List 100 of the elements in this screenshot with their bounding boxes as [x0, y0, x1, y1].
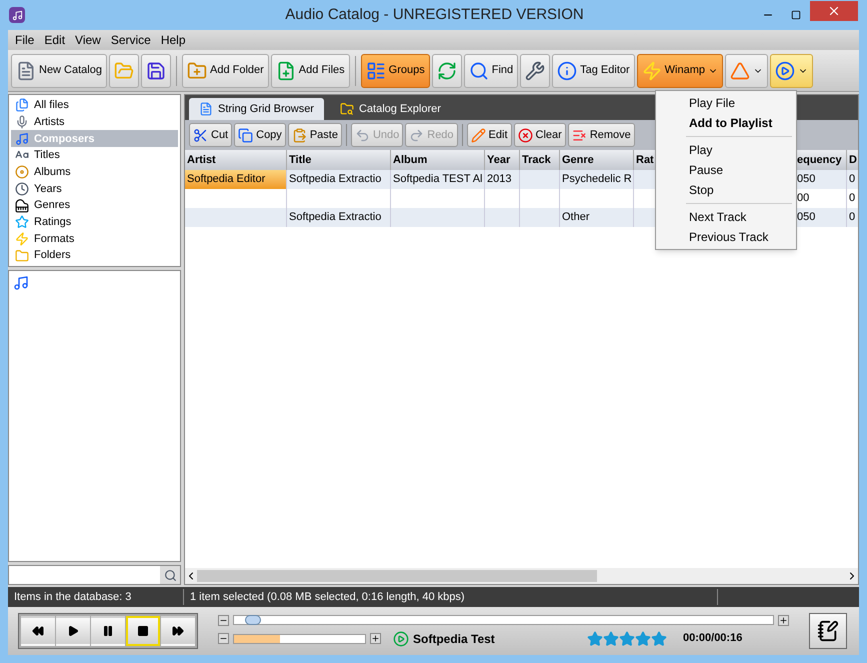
close-icon [827, 4, 841, 18]
notepad-icon [817, 620, 839, 642]
menu-item[interactable]: Service [106, 31, 156, 49]
sidebar-item[interactable]: Ratings [11, 214, 178, 231]
transport-button[interactable] [91, 616, 125, 646]
folder-plus-icon [186, 60, 207, 80]
window-title: Audio Catalog - UNREGISTERED VERSION [284, 4, 585, 25]
music-note-icon [15, 132, 29, 146]
piano-icon [15, 198, 29, 213]
album-icon [15, 165, 29, 180]
menu-item[interactable]: Next Track [656, 207, 796, 227]
pause-icon [102, 625, 114, 637]
sidebar-item[interactable]: Folders [11, 247, 178, 264]
sidebar-item[interactable]: Years [11, 180, 178, 198]
copy-icon [238, 128, 254, 142]
table-cell: Softpedia Extractio [287, 208, 391, 227]
toolbar-button[interactable] [770, 54, 814, 88]
sidebar-item[interactable]: All files [11, 97, 178, 114]
star-icon [15, 215, 29, 230]
lightning-icon [642, 60, 662, 80]
sidebar-item[interactable]: Albums [11, 164, 178, 181]
clock-icon [15, 182, 29, 196]
microphone-icon [15, 115, 29, 130]
rewind-icon [32, 625, 44, 637]
menu-item[interactable]: Edit [39, 31, 70, 49]
app-icon [9, 7, 25, 23]
transport-button[interactable] [56, 616, 90, 646]
folder-icon [114, 60, 134, 80]
close-button[interactable] [810, 1, 858, 21]
files-icon [15, 98, 29, 112]
sidebar-item[interactable]: Artists [11, 114, 178, 130]
menu-item[interactable]: Help [156, 31, 191, 49]
toolbar-button[interactable] [140, 54, 171, 88]
plus-icon[interactable] [370, 633, 381, 644]
toolbar-button[interactable]: Add Files [270, 54, 350, 88]
menu-item[interactable]: Pause [656, 160, 796, 180]
toolbar-button[interactable]: New Catalog [11, 54, 107, 88]
track-title: Softpedia Test [413, 630, 496, 648]
menu-item[interactable]: Previous Track [656, 227, 796, 247]
sidebar-item[interactable]: Genres [11, 197, 178, 214]
position-thumb[interactable] [244, 615, 261, 625]
minus-icon[interactable] [218, 633, 229, 644]
grid-toolbar-button[interactable]: Copy [234, 123, 286, 147]
grid-toolbar-button[interactable]: Cut [189, 123, 232, 147]
sidebar-item[interactable]: Formats [11, 230, 178, 248]
grid-toolbar-button[interactable]: Paste [288, 123, 342, 147]
clipboard-icon [292, 128, 307, 142]
transport-button[interactable] [21, 616, 55, 646]
time-display: 00:00/00:16 [683, 631, 742, 646]
redo-icon [409, 128, 424, 142]
refresh-icon [436, 60, 457, 80]
search-field[interactable] [8, 565, 181, 585]
volume-track[interactable] [233, 634, 366, 644]
menu-item[interactable]: Play File [656, 93, 796, 113]
transport-button[interactable] [126, 616, 160, 646]
play-circle-icon [775, 60, 796, 80]
toolbar-button[interactable] [520, 54, 550, 88]
plus-icon[interactable] [778, 614, 789, 626]
clear-icon [518, 128, 533, 142]
menu-item[interactable]: Add to Playlist [656, 113, 796, 133]
play-circle-icon [393, 630, 409, 646]
horizontal-scrollbar[interactable] [185, 568, 858, 584]
tab[interactable]: Catalog Explorer [330, 98, 451, 120]
menu-item[interactable]: View [70, 31, 106, 49]
folder-icon [15, 248, 29, 263]
toolbar-button[interactable]: Tag Editor [552, 54, 635, 88]
info-icon [557, 60, 578, 80]
play-icon [67, 625, 79, 637]
minus-icon[interactable] [218, 614, 229, 626]
search-icon [164, 568, 176, 582]
position-track[interactable] [233, 615, 774, 625]
table-cell: 0 [847, 208, 858, 227]
grid-toolbar-button[interactable]: Clear [514, 123, 566, 147]
tools-icon [525, 60, 546, 80]
search-icon [468, 60, 489, 80]
tab[interactable]: String Grid Browser [189, 98, 324, 120]
document-icon [199, 102, 213, 116]
folder-search-icon [340, 102, 354, 116]
pencil-icon [470, 128, 486, 142]
notepad-button[interactable] [809, 613, 847, 649]
toolbar-button[interactable]: Groups [360, 54, 430, 88]
toolbar-button[interactable]: Find [464, 54, 518, 88]
table-cell: Other [560, 208, 634, 227]
rating-stars[interactable] [587, 630, 667, 646]
remove-list-icon [572, 128, 587, 142]
document-icon [16, 60, 36, 80]
grid-toolbar-button[interactable]: Edit [466, 123, 512, 147]
menu-item[interactable]: Play [656, 140, 796, 160]
transport-button[interactable] [161, 616, 195, 646]
sidebar-item[interactable]: Titles [11, 147, 178, 164]
status-text: 1 item selected (0.08 MB selected, 0:16 length, 40 kbps) [184, 588, 718, 606]
stop-icon [137, 625, 149, 637]
table-cell: Softpedia Editor [185, 170, 287, 189]
triangle-icon [730, 60, 750, 80]
toolbar-button[interactable]: Winamp [636, 54, 724, 88]
toolbar-button[interactable]: Add Folder [182, 54, 269, 88]
grid-toolbar-button[interactable]: Remove [568, 123, 635, 147]
menu-item[interactable]: File [10, 31, 40, 49]
fast-forward-icon [172, 625, 184, 637]
menu-item[interactable]: Stop [656, 180, 796, 200]
